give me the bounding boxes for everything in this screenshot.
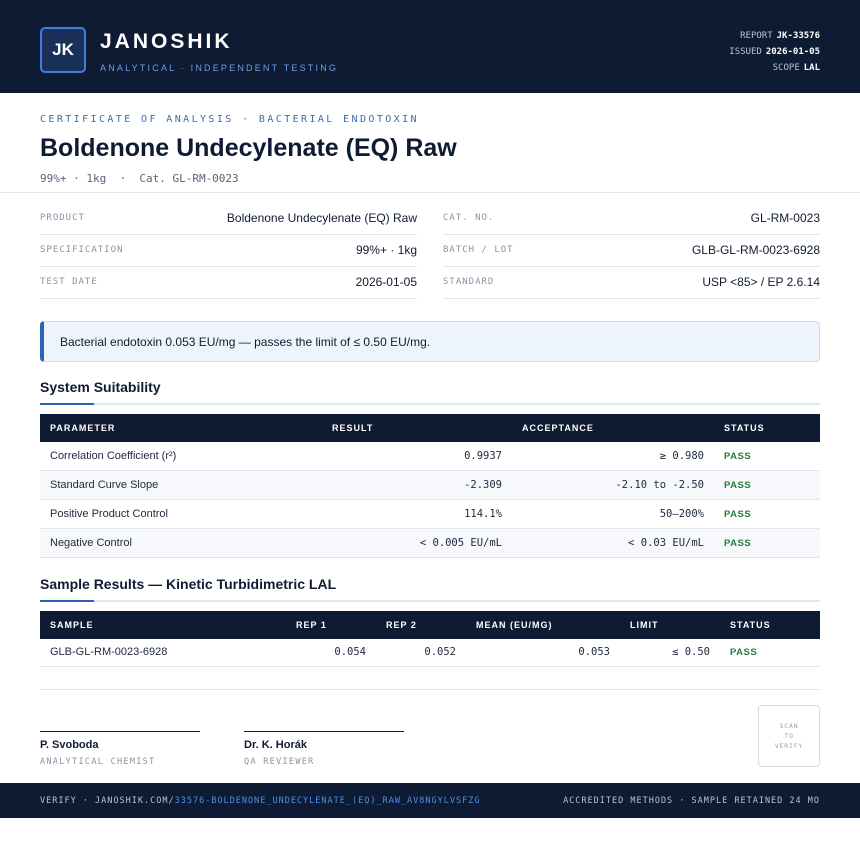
signatory-role: ANALYTICAL CHEMIST bbox=[40, 757, 156, 767]
product-title: Boldenone Undecylenate (EQ) Raw bbox=[40, 134, 457, 162]
brand-name: JANOSHIK bbox=[100, 30, 233, 53]
status-badge: PASS bbox=[730, 647, 758, 658]
scope-line: SCOPE LAL bbox=[772, 63, 820, 73]
status-badge: PASS bbox=[724, 451, 752, 462]
verify-qr-placeholder[interactable]: SCAN TO VERIFY bbox=[758, 705, 820, 767]
column-header: REP 2 bbox=[386, 620, 417, 630]
table-row: Positive Product Control 114.1% 50–200% … bbox=[40, 500, 820, 529]
info-test-date: TEST DATE 2026-01-05 bbox=[40, 267, 417, 299]
signature-divider bbox=[40, 689, 820, 690]
acceptance-cell: < 0.03 EU/mL bbox=[628, 537, 704, 549]
qr-text-line: TO bbox=[784, 732, 794, 740]
info-value: GL-RM-0023 bbox=[750, 211, 820, 225]
result-cell: 114.1% bbox=[464, 508, 502, 520]
info-value: 99%+ · 1kg bbox=[355, 243, 417, 257]
table-row: GLB-GL-RM-0023-6928 0.054 0.052 0.053 ≤ … bbox=[40, 638, 820, 667]
signatory-name: P. Svoboda bbox=[40, 739, 99, 751]
report-header: JK JANOSHIK ANALYTICAL · INDEPENDENT TES… bbox=[0, 0, 860, 93]
info-label: PRODUCT bbox=[40, 213, 85, 223]
signatory-name: Dr. K. Horák bbox=[244, 739, 307, 751]
title-divider bbox=[0, 192, 860, 193]
result-cell: -2.309 bbox=[464, 479, 502, 491]
result-summary-callout: Bacterial endotoxin 0.053 EU/mg — passes… bbox=[40, 321, 820, 362]
status-badge: PASS bbox=[724, 480, 752, 491]
column-header: ACCEPTANCE bbox=[522, 423, 594, 433]
info-value: Boldenone Undecylenate (EQ) Raw bbox=[226, 211, 417, 225]
qr-text-line: VERIFY bbox=[774, 742, 804, 750]
info-value: USP <85> / EP 2.6.14 bbox=[702, 275, 820, 289]
report-id-line: REPORT JK-33576 bbox=[740, 31, 820, 41]
result-cell: 0.9937 bbox=[464, 450, 502, 462]
section-rule bbox=[40, 403, 820, 405]
product-subtitle: 99%+ · 1kg · Cat. GL-RM-0023 bbox=[40, 172, 239, 185]
result-cell: < 0.005 EU/mL bbox=[419, 537, 502, 549]
report-footer: VERIFY · JANOSHIK.COM/33576-BOLDENONE_UN… bbox=[0, 783, 860, 818]
qr-text-line: SCAN bbox=[779, 722, 799, 730]
table-row: Standard Curve Slope -2.309 -2.10 to -2.… bbox=[40, 471, 820, 500]
signature-line bbox=[244, 731, 404, 732]
table-row: Negative Control < 0.005 EU/mL < 0.03 EU… bbox=[40, 529, 820, 558]
report-meta: REPORT JK-33576 ISSUED 2026-01-05 SCOPE LAL bbox=[729, 28, 820, 76]
info-product: PRODUCT Boldenone Undecylenate (EQ) Raw bbox=[40, 203, 417, 235]
acceptance-cell: -2.10 to -2.50 bbox=[615, 479, 704, 491]
parameter-cell: Correlation Coefficient (r²) bbox=[50, 450, 177, 462]
footer-accreditation: ACCREDITED METHODS · SAMPLE RETAINED 24 … bbox=[563, 796, 820, 806]
info-label: SPECIFICATION bbox=[40, 245, 124, 255]
info-specification: SPECIFICATION 99%+ · 1kg bbox=[40, 235, 417, 267]
info-standard: STANDARD USP <85> / EP 2.6.14 bbox=[443, 267, 820, 299]
section-rule-accent bbox=[40, 403, 94, 405]
rep2-cell: 0.052 bbox=[424, 646, 456, 658]
issued-date-line: ISSUED 2026-01-05 bbox=[729, 47, 820, 57]
suitability-table-header: PARAMETER RESULT ACCEPTANCE STATUS bbox=[40, 414, 820, 442]
brand-logo: JK bbox=[40, 27, 86, 73]
info-label: BATCH / LOT bbox=[443, 245, 514, 255]
info-label: CAT. NO. bbox=[443, 213, 495, 223]
column-header: SAMPLE bbox=[50, 620, 94, 630]
signatory-role: QA REVIEWER bbox=[244, 757, 315, 767]
info-value: GLB-GL-RM-0023-6928 bbox=[691, 243, 820, 257]
section-title-suitability: System Suitability bbox=[40, 379, 161, 395]
column-header: STATUS bbox=[724, 423, 765, 433]
brand-tagline: ANALYTICAL · INDEPENDENT TESTING bbox=[100, 63, 339, 73]
result-summary-text: Bacterial endotoxin 0.053 EU/mg — passes… bbox=[60, 335, 431, 349]
section-title-samples: Sample Results — Kinetic Turbidimetric L… bbox=[40, 576, 337, 592]
column-header: STATUS bbox=[730, 620, 771, 630]
info-value: 2026-01-05 bbox=[355, 275, 417, 289]
mean-cell: 0.053 bbox=[578, 646, 610, 658]
verify-url: VERIFY · JANOSHIK.COM/33576-BOLDENONE_UN… bbox=[40, 796, 480, 806]
info-catalog-number: CAT. NO. GL-RM-0023 bbox=[443, 203, 820, 235]
info-batch-lot: BATCH / LOT GLB-GL-RM-0023-6928 bbox=[443, 235, 820, 267]
section-rule-accent bbox=[40, 600, 94, 602]
column-header: RESULT bbox=[332, 423, 374, 433]
acceptance-cell: 50–200% bbox=[659, 508, 704, 520]
column-header: LIMIT bbox=[630, 620, 659, 630]
table-row: Correlation Coefficient (r²) 0.9937 ≥ 0.… bbox=[40, 442, 820, 471]
verify-link[interactable]: 33576-BOLDENONE_UNDECYLENATE_(EQ)_RAW_AV… bbox=[175, 796, 481, 806]
parameter-cell: Negative Control bbox=[50, 537, 132, 549]
info-label: STANDARD bbox=[443, 277, 495, 287]
rep1-cell: 0.054 bbox=[334, 646, 366, 658]
verify-url-prefix: VERIFY · JANOSHIK.COM/ bbox=[40, 796, 175, 806]
column-header: REP 1 bbox=[296, 620, 327, 630]
samples-table-header: SAMPLE REP 1 REP 2 MEAN (EU/MG) LIMIT ST… bbox=[40, 611, 820, 639]
column-header: PARAMETER bbox=[50, 423, 116, 433]
status-badge: PASS bbox=[724, 509, 752, 520]
sample-id-cell: GLB-GL-RM-0023-6928 bbox=[50, 646, 168, 658]
parameter-cell: Standard Curve Slope bbox=[50, 479, 159, 491]
limit-cell: ≤ 0.50 bbox=[672, 646, 710, 658]
section-rule bbox=[40, 600, 820, 602]
info-label: TEST DATE bbox=[40, 277, 98, 287]
column-header: MEAN (EU/MG) bbox=[476, 620, 553, 630]
parameter-cell: Positive Product Control bbox=[50, 508, 168, 520]
status-badge: PASS bbox=[724, 538, 752, 549]
acceptance-cell: ≥ 0.980 bbox=[659, 450, 704, 462]
certificate-kicker: CERTIFICATE OF ANALYSIS · BACTERIAL ENDO… bbox=[40, 114, 419, 125]
signature-line bbox=[40, 731, 200, 732]
